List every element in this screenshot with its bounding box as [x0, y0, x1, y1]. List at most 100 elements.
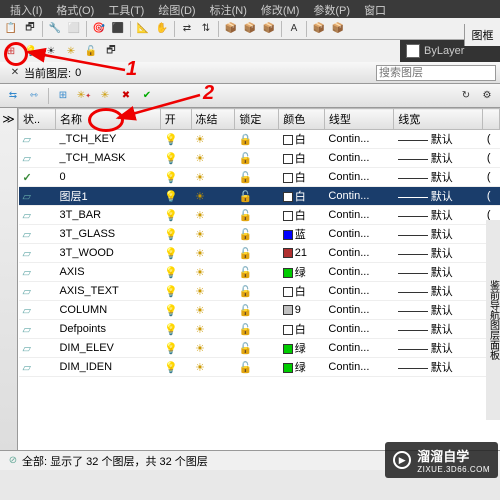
- column-header[interactable]: 冻结: [191, 109, 235, 130]
- bulb-icon[interactable]: 💡: [164, 172, 178, 184]
- column-header[interactable]: 状..: [19, 109, 56, 130]
- delete-layer-icon[interactable]: ✖: [117, 87, 135, 105]
- tool-icon[interactable]: A: [285, 20, 303, 38]
- color-swatch[interactable]: [283, 211, 293, 221]
- menu-modify[interactable]: 修改(M): [255, 2, 306, 16]
- tool-icon[interactable]: 📐: [134, 20, 152, 38]
- window-icon[interactable]: 🗗: [102, 42, 120, 60]
- sun-icon[interactable]: ☀: [195, 153, 205, 165]
- sun-icon[interactable]: ☀: [195, 172, 205, 184]
- sun-icon[interactable]: ☀: [195, 343, 205, 355]
- bulb-icon[interactable]: 💡: [164, 134, 178, 146]
- close-icon[interactable]: ✕: [6, 64, 24, 82]
- column-header[interactable]: 名称: [55, 109, 160, 130]
- tool-icon[interactable]: 📦: [329, 20, 347, 38]
- column-header[interactable]: 线宽: [394, 109, 483, 130]
- column-header[interactable]: [483, 109, 500, 130]
- tool-icon[interactable]: 📦: [222, 20, 240, 38]
- table-row[interactable]: ▱3T_BAR💡☀🔓白Contin...默认(: [19, 206, 500, 225]
- tool-icon[interactable]: 📦: [241, 20, 259, 38]
- sun-icon[interactable]: ☀: [195, 134, 205, 146]
- table-row[interactable]: ▱图层1💡☀🔓白Contin...默认(: [19, 187, 500, 206]
- new-layer-icon[interactable]: ✳✦: [75, 87, 93, 105]
- lock-icon[interactable]: 🔓: [239, 305, 253, 317]
- filter-icon[interactable]: ⇆: [4, 87, 22, 105]
- column-header[interactable]: 颜色: [279, 109, 325, 130]
- menu-param[interactable]: 参数(P): [307, 2, 356, 16]
- lock-icon[interactable]: 🔓: [239, 343, 253, 355]
- tool-icon[interactable]: ⇅: [197, 20, 215, 38]
- table-row[interactable]: ✓0💡☀🔓白Contin...默认(: [19, 168, 500, 187]
- right-label[interactable]: 图框: [464, 24, 500, 46]
- sun-icon[interactable]: ☀: [195, 248, 205, 260]
- column-header[interactable]: 开: [160, 109, 191, 130]
- tool-icon[interactable]: ⬛: [109, 20, 127, 38]
- bulb-icon[interactable]: 💡: [164, 229, 178, 241]
- lock-icon[interactable]: 🔓: [239, 267, 253, 279]
- tool-icon[interactable]: 🔧: [46, 20, 64, 38]
- lock-icon[interactable]: 🔓: [239, 286, 253, 298]
- settings-icon[interactable]: ⚙: [478, 87, 496, 105]
- bulb-icon[interactable]: 💡: [164, 210, 178, 222]
- menu-tools[interactable]: 工具(T): [102, 2, 150, 16]
- tool-icon[interactable]: 🗗: [21, 20, 39, 38]
- bulb-icon[interactable]: 💡: [164, 191, 178, 203]
- tool-icon[interactable]: 📦: [310, 20, 328, 38]
- bulb-icon[interactable]: 💡: [164, 153, 178, 165]
- table-row[interactable]: ▱COLUMN💡☀🔓9Contin...默认(: [19, 301, 500, 320]
- lock-icon[interactable]: 🔓: [239, 362, 253, 374]
- lock-icon[interactable]: 🔓: [239, 229, 253, 241]
- sun-icon[interactable]: ☀: [195, 324, 205, 336]
- color-swatch[interactable]: [283, 325, 293, 335]
- table-row[interactable]: ▱3T_GLASS💡☀🔓蓝Contin...默认(: [19, 225, 500, 244]
- tool-icon[interactable]: ⬜: [65, 20, 83, 38]
- table-row[interactable]: ▱AXIS💡☀🔓绿Contin...默认(: [19, 263, 500, 282]
- color-swatch[interactable]: [283, 248, 293, 258]
- table-row[interactable]: ▱DIM_ELEV💡☀🔓绿Contin...默认(: [19, 339, 500, 358]
- tool-icon[interactable]: 🎯: [90, 20, 108, 38]
- set-current-icon[interactable]: ✔: [138, 87, 156, 105]
- tool-icon[interactable]: ⇄: [178, 20, 196, 38]
- tool-icon[interactable]: 📦: [260, 20, 278, 38]
- sun-icon[interactable]: ☀: [195, 305, 205, 317]
- color-swatch[interactable]: [283, 305, 293, 315]
- search-input[interactable]: [376, 65, 496, 81]
- table-row[interactable]: ▱3T_WOOD💡☀🔓21Contin...默认(: [19, 244, 500, 263]
- sun-icon[interactable]: ☀: [195, 229, 205, 241]
- tool-icon[interactable]: 📋: [2, 20, 20, 38]
- sun-icon[interactable]: ☀: [42, 42, 60, 60]
- lock-icon[interactable]: 🔒: [239, 134, 253, 146]
- sun-icon[interactable]: ☀: [195, 362, 205, 374]
- table-row[interactable]: ▱_TCH_KEY💡☀🔒白Contin...默认(: [19, 130, 500, 149]
- layer-properties-icon[interactable]: ⊞: [2, 42, 20, 60]
- grid-icon[interactable]: ⊞: [54, 87, 72, 105]
- lock-icon[interactable]: 🔓: [239, 153, 253, 165]
- color-swatch[interactable]: [283, 154, 293, 164]
- lock-icon[interactable]: 🔓: [239, 191, 253, 203]
- filter-icon[interactable]: ⇿: [25, 87, 43, 105]
- sun-icon[interactable]: ☀: [195, 267, 205, 279]
- color-swatch[interactable]: [283, 268, 293, 278]
- lock-icon[interactable]: 🔓: [239, 172, 253, 184]
- sun-icon[interactable]: ☀: [195, 191, 205, 203]
- column-header[interactable]: 线型: [324, 109, 393, 130]
- lock-icon[interactable]: 🔓: [239, 248, 253, 260]
- sun-icon[interactable]: ☀: [195, 286, 205, 298]
- collapse-handle[interactable]: ≫: [0, 108, 18, 450]
- bulb-icon[interactable]: 💡: [164, 362, 178, 374]
- lock-icon[interactable]: 🔓: [239, 210, 253, 222]
- color-swatch[interactable]: [283, 344, 293, 354]
- lock-icon[interactable]: 🔓: [239, 324, 253, 336]
- menu-format[interactable]: 格式(O): [50, 2, 100, 16]
- unlock-icon[interactable]: 🔓: [82, 42, 100, 60]
- color-swatch[interactable]: [283, 363, 293, 373]
- bulb-icon[interactable]: 💡: [22, 42, 40, 60]
- table-row[interactable]: ▱_TCH_MASK💡☀🔓白Contin...默认(: [19, 149, 500, 168]
- table-row[interactable]: ▱Defpoints💡☀🔓白Contin...默认(: [19, 320, 500, 339]
- bulb-icon[interactable]: 💡: [164, 267, 178, 279]
- menu-window[interactable]: 窗口: [358, 2, 392, 16]
- bulb-icon[interactable]: 💡: [164, 305, 178, 317]
- color-swatch[interactable]: [283, 287, 293, 297]
- color-swatch[interactable]: [283, 135, 293, 145]
- sun-icon[interactable]: ☀: [195, 210, 205, 222]
